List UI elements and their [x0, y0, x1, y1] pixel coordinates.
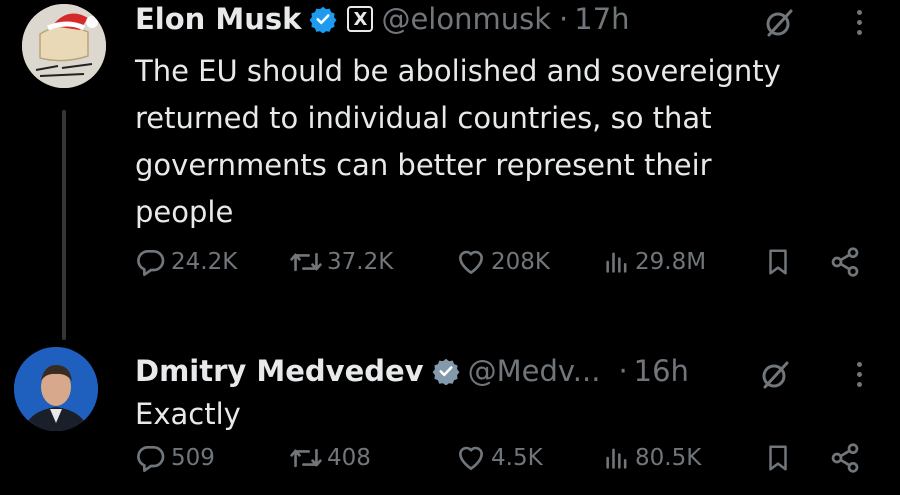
repost-button[interactable]: 37.2K	[289, 246, 393, 278]
repost-button[interactable]: 408	[289, 442, 371, 474]
tweet-text: The EU should be abolished and sovereign…	[135, 54, 781, 229]
verified-badge-icon	[432, 357, 460, 385]
like-button[interactable]: 208K	[455, 246, 550, 278]
like-count: 208K	[491, 249, 550, 275]
bookmark-icon	[763, 442, 793, 474]
reply-button[interactable]: 509	[135, 442, 215, 474]
view-count: 80.5K	[635, 445, 702, 471]
avatar-image	[14, 347, 98, 431]
share-icon	[829, 442, 861, 474]
affiliate-badge[interactable]: X	[347, 6, 374, 32]
views-icon	[603, 246, 631, 278]
reply-button[interactable]: 24.2K	[135, 246, 237, 278]
avatar-image	[22, 4, 106, 88]
like-icon	[455, 442, 487, 474]
view-count: 29.8M	[635, 249, 707, 275]
author-handle[interactable]: @elonmusk	[381, 2, 551, 36]
tweet-text: Exactly	[135, 397, 241, 431]
bookmark-button[interactable]	[763, 442, 793, 474]
avatar[interactable]	[22, 4, 106, 88]
share-icon	[829, 246, 861, 278]
views-button[interactable]: 29.8M	[603, 246, 706, 278]
grok-icon[interactable]	[764, 8, 794, 38]
tweet-header: Elon Musk X @elonmusk · 17h	[135, 2, 630, 36]
author-name[interactable]: Elon Musk	[135, 2, 301, 36]
reply-icon	[135, 246, 167, 278]
tweet[interactable]: Elon Musk X @elonmusk · 17h The EU shoul…	[0, 0, 900, 340]
repost-icon	[289, 442, 323, 474]
repost-count: 408	[327, 445, 371, 471]
repost-count: 37.2K	[327, 249, 394, 275]
views-button[interactable]: 80.5K	[603, 442, 701, 474]
reply-count: 24.2K	[171, 249, 238, 275]
separator-dot: ·	[559, 2, 569, 36]
timestamp[interactable]: 17h	[574, 2, 629, 36]
bookmark-icon	[763, 246, 793, 278]
thread-line	[62, 110, 66, 340]
more-options-icon[interactable]	[857, 362, 862, 387]
author-handle[interactable]: @Medv...	[468, 354, 601, 388]
reply-count: 509	[171, 445, 215, 471]
like-button[interactable]: 4.5K	[455, 442, 543, 474]
timestamp[interactable]: 16h	[634, 354, 689, 388]
author-name[interactable]: Dmitry Medvedev	[135, 354, 424, 388]
more-options-icon[interactable]	[857, 10, 862, 35]
share-button[interactable]	[829, 246, 861, 278]
avatar[interactable]	[14, 347, 98, 431]
like-count: 4.5K	[491, 445, 543, 471]
share-button[interactable]	[829, 442, 861, 474]
repost-icon	[289, 246, 323, 278]
verified-badge-icon	[309, 5, 337, 33]
reply-icon	[135, 442, 167, 474]
like-icon	[455, 246, 487, 278]
grok-icon[interactable]	[760, 360, 790, 390]
separator-dot: ·	[618, 354, 628, 388]
tweet[interactable]: Dmitry Medvedev @Medv... · 16h Exactly 5…	[0, 330, 900, 495]
bookmark-button[interactable]	[763, 246, 793, 278]
views-icon	[603, 442, 631, 474]
tweet-header: Dmitry Medvedev @Medv... · 16h	[135, 354, 689, 388]
